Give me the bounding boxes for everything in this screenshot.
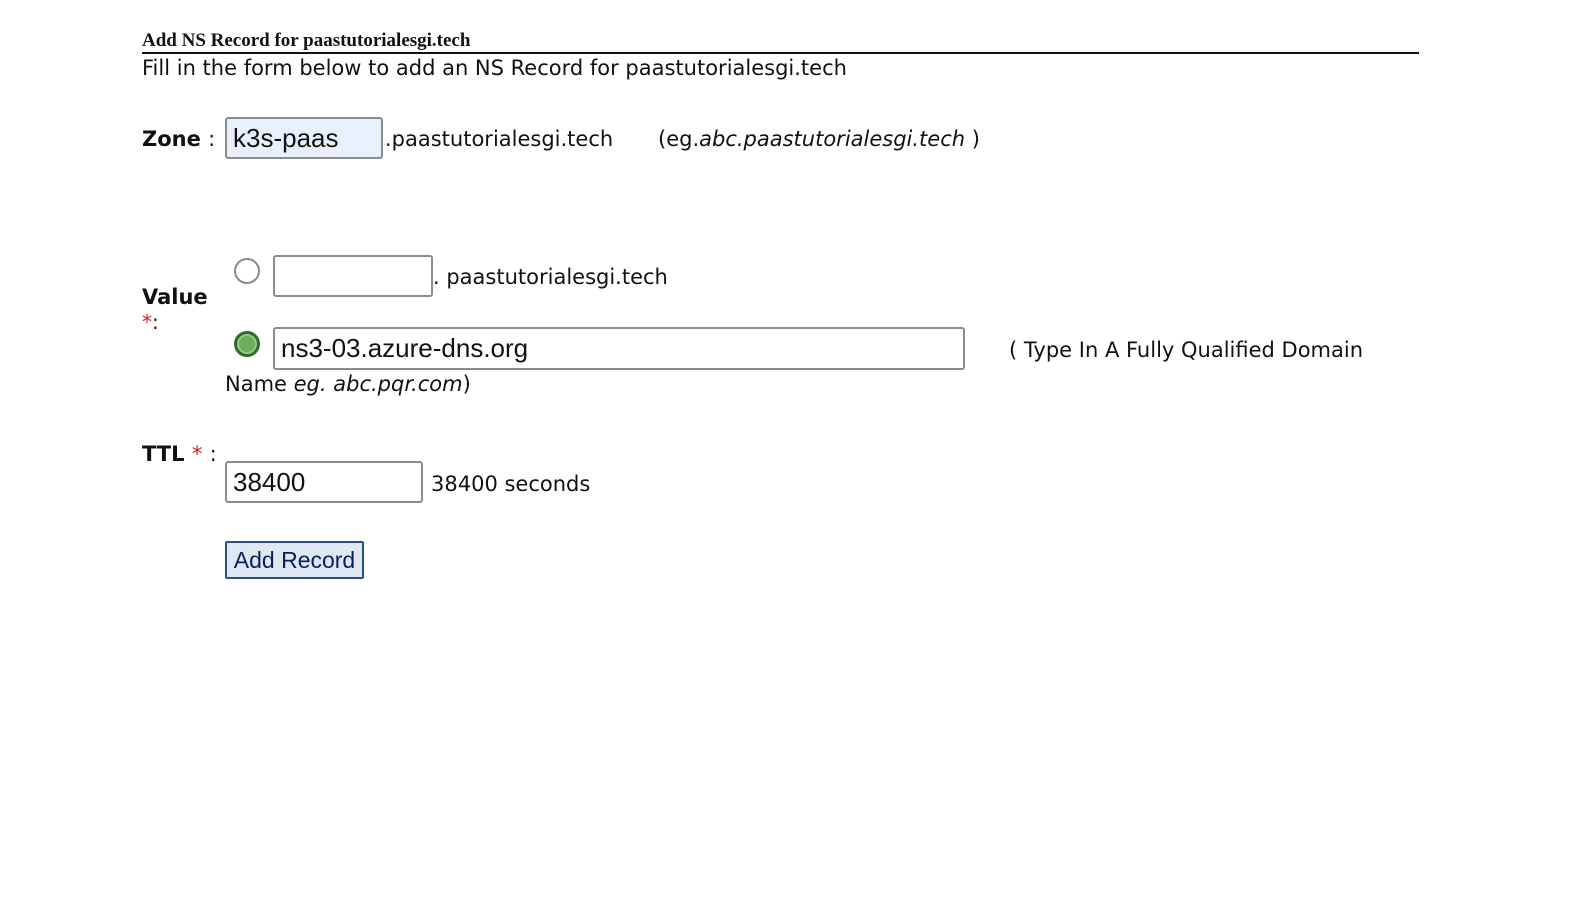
ttl-input[interactable] <box>225 461 423 503</box>
ttl-label-text: TTL <box>142 442 185 466</box>
value-label: Value <box>142 285 208 309</box>
zone-example-prefix: (eg. <box>658 127 700 151</box>
value-fqdn-hint-example: eg. abc.pqr.com <box>293 372 463 396</box>
zone-example-domain: abc.paastutorialesgi.tech <box>699 127 966 151</box>
value-subdomain-suffix: . paastutorialesgi.tech <box>433 265 668 289</box>
ttl-label: TTL * : <box>142 441 217 467</box>
add-record-button[interactable]: Add Record <box>225 541 364 579</box>
value-label-colon: : <box>152 310 159 334</box>
zone-label: Zone : <box>142 126 215 152</box>
zone-suffix: .paastutorialesgi.tech <box>385 127 614 151</box>
value-required-mark: * <box>142 310 152 334</box>
zone-example: (eg.abc.paastutorialesgi.tech ) <box>658 126 980 152</box>
zone-label-text: Zone <box>142 127 201 151</box>
zone-label-colon: : <box>208 127 216 151</box>
value-fqdn-hint-wrap: Name eg. abc.pqr.com) <box>225 371 471 397</box>
value-fqdn-hint: ( Type In A Fully Qualified Domain <box>1009 338 1364 362</box>
value-fqdn-input[interactable] <box>273 327 965 370</box>
page-title: Add NS Record for paastutorialesgi.tech <box>142 30 471 51</box>
value-fqdn-hint-suffix: ) <box>462 372 471 396</box>
value-fqdn-hint-prefix: Name <box>225 372 294 396</box>
title-divider <box>142 52 1419 54</box>
zone-example-suffix: ) <box>965 127 980 151</box>
zone-input[interactable] <box>225 117 383 159</box>
page-subtitle: Fill in the form below to add an NS Reco… <box>142 56 847 80</box>
ttl-required-mark: * <box>191 442 203 466</box>
value-option-subdomain-radio[interactable] <box>234 258 260 284</box>
ttl-label-colon: : <box>209 442 217 466</box>
value-option-fqdn-radio[interactable] <box>234 331 260 357</box>
value-label-required: *: <box>142 309 159 335</box>
ttl-description: 38400 seconds <box>431 472 591 496</box>
value-subdomain-input[interactable] <box>273 255 433 297</box>
